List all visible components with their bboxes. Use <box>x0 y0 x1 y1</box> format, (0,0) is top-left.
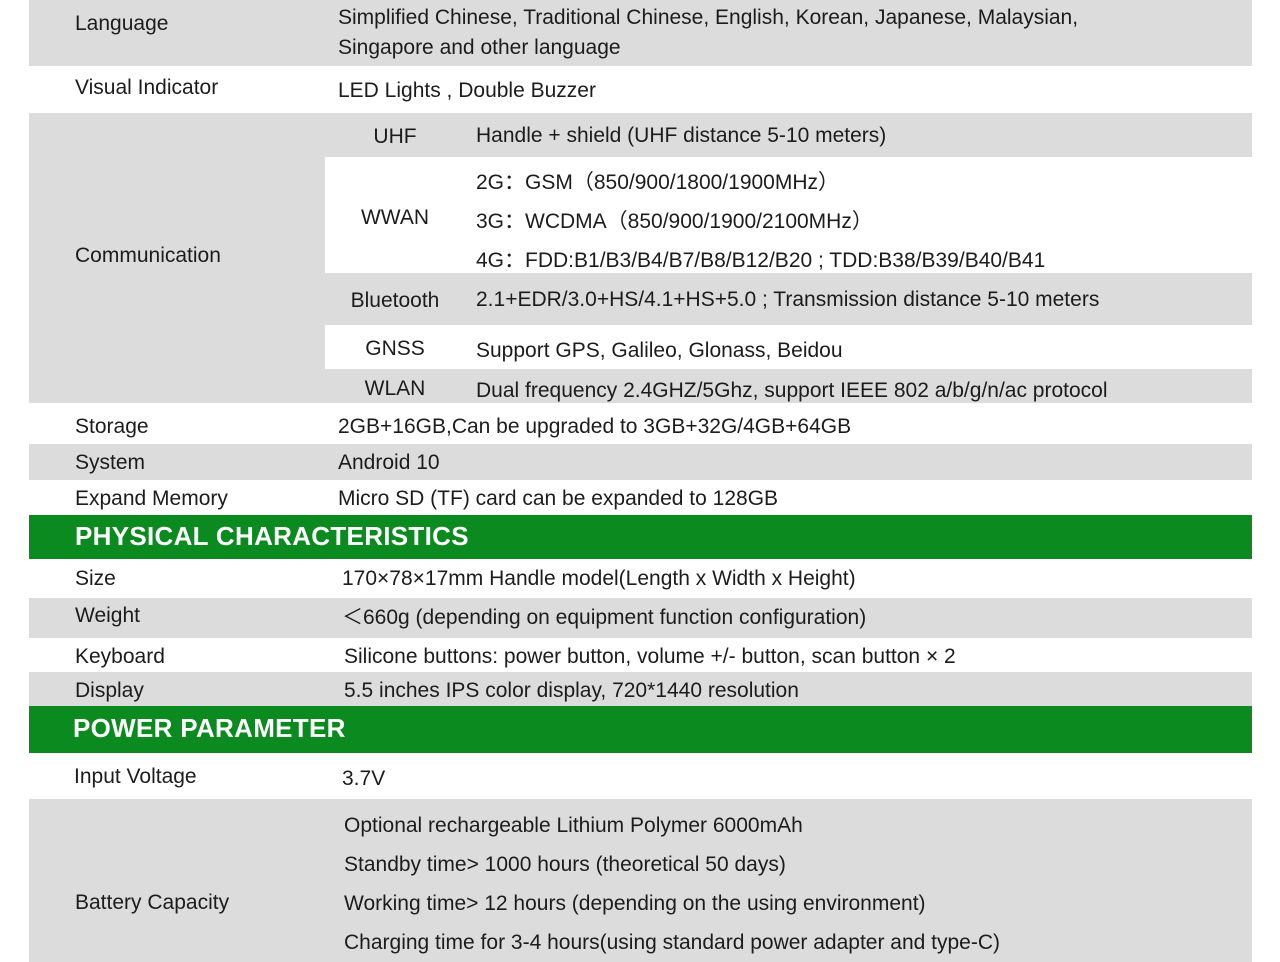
spec-row-display: Display 5.5 inches IPS color display, 72… <box>29 672 1252 706</box>
spec-label: System <box>75 451 146 474</box>
spec-value: Simplified Chinese, Traditional Chinese,… <box>338 6 1079 29</box>
spec-sheet: Language Simplified Chinese, Traditional… <box>29 0 1252 962</box>
spec-row-input-voltage: Input Voltage 3.7V <box>29 753 1252 799</box>
spec-value-line2: Singapore and other language <box>338 36 621 59</box>
spec-value: LED Lights , Double Buzzer <box>338 79 596 102</box>
spec-value: 3.7V <box>342 767 386 790</box>
spec-label: Weight <box>75 604 140 627</box>
comm-sub-label: Bluetooth <box>350 289 440 312</box>
comm-sub-row-uhf: UHF Handle + shield (UHF distance 5-10 m… <box>325 113 1252 157</box>
comm-sub-label: UHF <box>373 125 417 148</box>
comm-sub-value: Support GPS, Galileo, Glonass, Beidou <box>476 339 843 362</box>
spec-row-battery-capacity: Battery Capacity Optional rechargeable L… <box>29 799 1252 962</box>
spec-label: Display <box>75 679 144 702</box>
spec-value: Android 10 <box>338 451 440 474</box>
comm-sub-value: 2.1+EDR/3.0+HS/4.1+HS+5.0 ; Transmission… <box>476 288 1100 311</box>
spec-value-line: Charging time for 3-4 hours(using standa… <box>344 931 1001 954</box>
spec-label: Language <box>75 12 169 35</box>
spec-label: Battery Capacity <box>75 891 230 914</box>
spec-label: Size <box>75 567 116 590</box>
spec-value: ＜660g (depending on equipment function c… <box>342 606 867 629</box>
spec-row-visual-indicator: Visual Indicator LED Lights , Double Buz… <box>29 66 1252 113</box>
comm-sub-label: WWAN <box>360 206 430 229</box>
spec-label: Input Voltage <box>74 765 197 788</box>
comm-sub-row-wlan: WLAN Dual frequency 2.4GHZ/5Ghz, support… <box>325 369 1252 403</box>
comm-sub-value-line: 2G：GSM（850/900/1800/1900MHz） <box>476 171 840 194</box>
section-header-physical: PHYSICAL CHARACTERISTICS <box>29 515 1252 559</box>
comm-sub-value: Handle + shield (UHF distance 5-10 meter… <box>476 124 887 147</box>
spec-value: 5.5 inches IPS color display, 720*1440 r… <box>344 679 799 702</box>
spec-value: Micro SD (TF) card can be expanded to 12… <box>338 487 779 510</box>
spec-label: Visual Indicator <box>75 76 219 99</box>
spec-row-size: Size 170×78×17mm Handle model(Length x W… <box>29 559 1252 598</box>
comm-sub-value-line: 3G：WCDMA（850/900/1900/2100MHz） <box>476 210 873 233</box>
spec-value-line: Optional rechargeable Lithium Polymer 60… <box>344 814 803 837</box>
spec-row-expand-memory: Expand Memory Micro SD (TF) card can be … <box>29 480 1252 515</box>
spec-row-system: System Android 10 <box>29 444 1252 480</box>
spec-label: Keyboard <box>75 645 165 668</box>
spec-value-line: Standby time> 1000 hours (theoretical 50… <box>344 853 786 876</box>
comm-sub-row-wwan: WWAN 2G：GSM（850/900/1800/1900MHz） 3G：WCD… <box>325 157 1252 273</box>
spec-value: 170×78×17mm Handle model(Length x Width … <box>342 567 856 590</box>
comm-sub-value-line: 4G：FDD:B1/B3/B4/B7/B8/B12/B20 ; TDD:B38/… <box>476 249 1046 272</box>
spec-row-weight: Weight ＜660g (depending on equipment fun… <box>29 598 1252 638</box>
spec-value: Silicone buttons: power button, volume +… <box>344 645 956 668</box>
spec-value-line: Working time> 12 hours (depending on the… <box>344 892 926 915</box>
comm-sub-label: WLAN <box>364 377 426 400</box>
section-title: POWER PARAMETER <box>73 713 346 743</box>
spec-row-language: Language Simplified Chinese, Traditional… <box>29 0 1252 66</box>
spec-value: 2GB+16GB,Can be upgraded to 3GB+32G/4GB+… <box>338 415 852 438</box>
comm-sub-label: GNSS <box>365 337 425 360</box>
spec-label: Communication <box>75 244 221 267</box>
spec-label: Storage <box>75 415 149 438</box>
section-title: PHYSICAL CHARACTERISTICS <box>75 521 469 551</box>
comm-sub-row-bluetooth: Bluetooth 2.1+EDR/3.0+HS/4.1+HS+5.0 ; Tr… <box>325 273 1252 325</box>
spec-row-keyboard: Keyboard Silicone buttons: power button,… <box>29 638 1252 672</box>
section-header-power: POWER PARAMETER <box>29 706 1252 753</box>
spec-row-storage: Storage 2GB+16GB,Can be upgraded to 3GB+… <box>29 403 1252 444</box>
comm-sub-row-gnss: GNSS Support GPS, Galileo, Glonass, Beid… <box>325 325 1252 369</box>
spec-label: Expand Memory <box>75 487 228 510</box>
comm-sub-value: Dual frequency 2.4GHZ/5Ghz, support IEEE… <box>476 379 1108 402</box>
